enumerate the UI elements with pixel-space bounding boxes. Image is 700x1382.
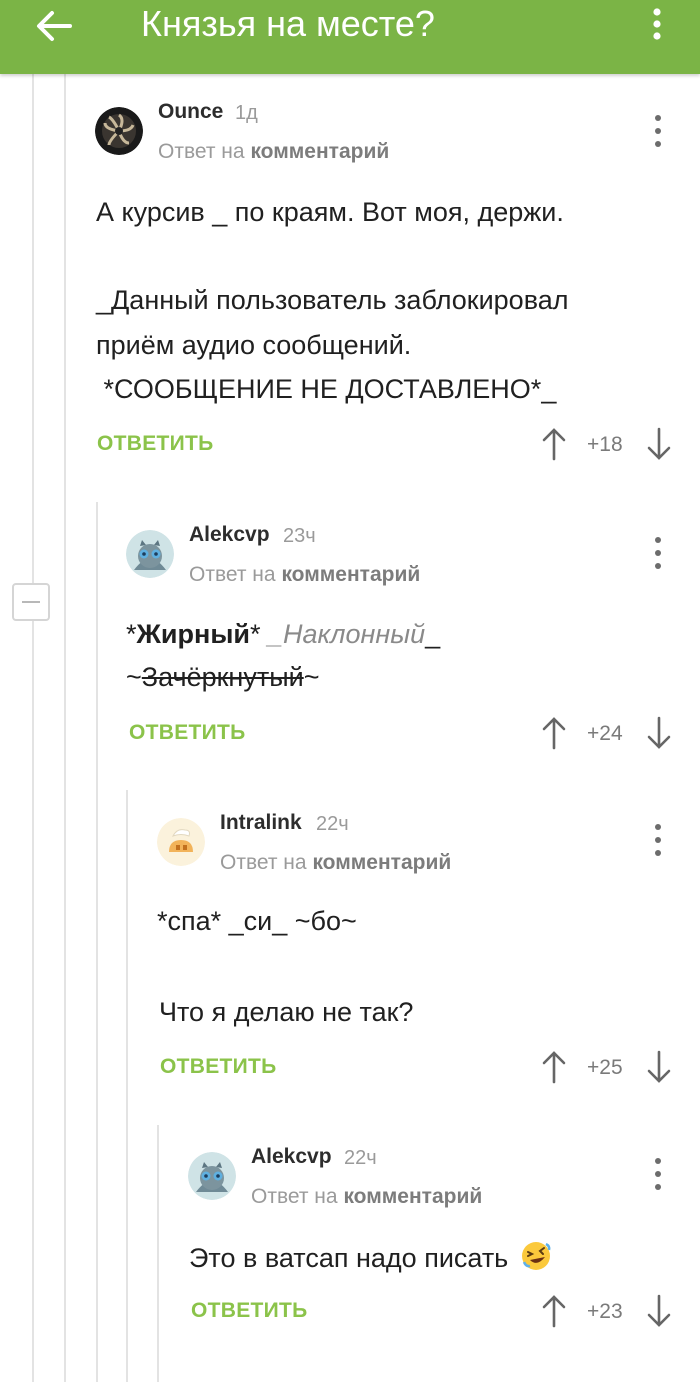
- italic-marker: _: [425, 619, 441, 649]
- arrow-down-icon: [647, 427, 671, 460]
- upvote-button[interactable]: [541, 1294, 567, 1328]
- thread-line: [126, 790, 128, 1382]
- comment-author[interactable]: Intralink: [220, 811, 302, 835]
- arrow-up-icon: [542, 428, 566, 461]
- strike-marker: ~: [126, 662, 142, 692]
- downvote-button[interactable]: [646, 427, 672, 461]
- arrow-up-icon: [542, 1051, 566, 1084]
- reply-to-label: Ответ на комментарий: [158, 140, 389, 164]
- comment-time: 1д: [235, 102, 258, 124]
- comment-text-line: приём аудио сообщений.: [96, 330, 412, 360]
- comment-text-line: *спа* _си_ ~бо~: [157, 906, 357, 936]
- reply-to-link[interactable]: комментарий: [250, 140, 389, 163]
- comment-text-line: ~Зачёркнутый~: [126, 662, 319, 693]
- comment-rating: +25: [587, 1056, 623, 1079]
- downvote-button[interactable]: [646, 1050, 672, 1084]
- comment-author[interactable]: Alekcvp: [251, 1145, 332, 1169]
- reply-to-label: Ответ на комментарий: [251, 1185, 482, 1209]
- thread-line: [32, 74, 34, 1382]
- downvote-button[interactable]: [646, 1294, 672, 1328]
- reply-button[interactable]: ОТВЕТИТЬ: [129, 721, 246, 745]
- thread-line: [96, 502, 98, 1382]
- comment-time: 22ч: [316, 813, 349, 835]
- reply-to-prefix: Ответ на: [158, 140, 245, 163]
- comment-text: Это в ватсап надо писать: [189, 1243, 509, 1273]
- italic-text: Наклонный: [283, 619, 426, 649]
- upvote-button[interactable]: [541, 1050, 567, 1084]
- comment-rating: +18: [587, 433, 623, 456]
- thread-line: [64, 74, 66, 1382]
- comment-time: 23ч: [283, 525, 316, 547]
- reply-to-link[interactable]: комментарий: [312, 851, 451, 874]
- reply-to-prefix: Ответ на: [189, 563, 276, 586]
- reply-button[interactable]: ОТВЕТИТЬ: [160, 1055, 277, 1079]
- more-options-button[interactable]: [640, 4, 674, 44]
- reply-button[interactable]: ОТВЕТИТЬ: [191, 1299, 308, 1323]
- comment-rating: +24: [587, 722, 623, 745]
- downvote-button[interactable]: [646, 716, 672, 750]
- arrow-down-icon: [647, 1294, 671, 1327]
- reply-to-link[interactable]: комментарий: [281, 563, 420, 586]
- arrow-down-icon: [647, 716, 671, 749]
- page-title: Князья на месте?: [141, 3, 435, 44]
- comment-text-line: *СООБЩЕНИЕ НЕ ДОСТАВЛЕНО*_: [96, 374, 557, 404]
- comment-author[interactable]: Alekcvp: [189, 523, 270, 547]
- strike-text: Зачёркнутый: [141, 662, 304, 692]
- arrow-left-icon: [37, 11, 72, 41]
- top-app-bar: Князья на месте?: [0, 0, 700, 74]
- collapse-thread-button[interactable]: [12, 583, 50, 621]
- comment-time: 22ч: [344, 1147, 377, 1169]
- cat-avatar-icon: [188, 1152, 236, 1200]
- bold-marker: *: [249, 619, 261, 649]
- reply-to-link[interactable]: комментарий: [343, 1185, 482, 1208]
- comment-menu-button[interactable]: [648, 535, 668, 571]
- reply-to-prefix: Ответ на: [220, 851, 307, 874]
- avatar[interactable]: [188, 1152, 236, 1200]
- comment-text-line: Это в ватсап надо писать: [189, 1240, 552, 1274]
- arrow-up-icon: [542, 1295, 566, 1328]
- comment-text-line: А курсив _ по краям. Вот моя, держи.: [96, 197, 564, 227]
- arrow-up-icon: [542, 717, 566, 750]
- strike-marker: ~: [303, 662, 320, 692]
- comment-menu-button[interactable]: [648, 822, 668, 858]
- comment-menu-button[interactable]: [648, 1156, 668, 1192]
- avatar[interactable]: [126, 530, 174, 578]
- cat-avatar-icon: [126, 530, 174, 578]
- reply-to-label: Ответ на комментарий: [220, 851, 451, 875]
- rolling-on-floor-laughing-emoji: [521, 1242, 551, 1270]
- avatar[interactable]: [157, 818, 205, 866]
- avatar[interactable]: [95, 107, 143, 155]
- comment-text-line: Что я делаю не так?: [159, 997, 414, 1027]
- bold-text: Жирный: [136, 619, 250, 649]
- more-vertical-icon: [653, 8, 661, 40]
- italic-marker: _: [268, 619, 284, 649]
- cartoon-avatar-icon: [157, 818, 205, 866]
- arrow-down-icon: [647, 1050, 671, 1083]
- reply-to-prefix: Ответ на: [251, 1185, 338, 1208]
- comment-author[interactable]: Ounce: [158, 100, 223, 124]
- comment-text-line: _Данный пользователь заблокировал: [96, 285, 569, 315]
- comment-menu-button[interactable]: [648, 113, 668, 149]
- reply-to-label: Ответ на комментарий: [189, 563, 420, 587]
- comment-rating: +23: [587, 1300, 623, 1323]
- upvote-button[interactable]: [541, 716, 567, 750]
- upvote-button[interactable]: [541, 427, 567, 461]
- wheel-avatar-icon: [95, 107, 143, 155]
- back-button[interactable]: [30, 4, 80, 48]
- comment-text-line: *Жирный* _Наклонный_: [126, 619, 440, 650]
- reply-button[interactable]: ОТВЕТИТЬ: [97, 432, 214, 456]
- thread-line: [157, 1125, 159, 1382]
- bold-marker: *: [126, 619, 137, 649]
